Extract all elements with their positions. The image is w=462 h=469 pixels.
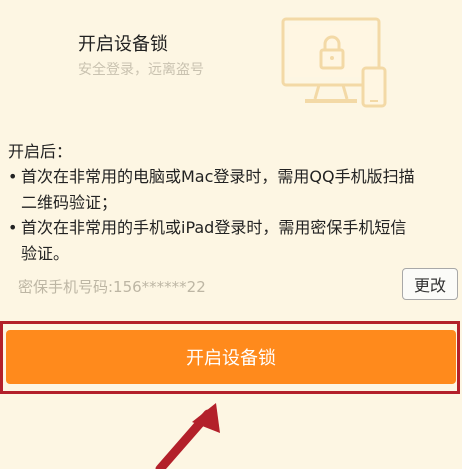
page-subtitle: 安全登录，远离盗号 [78,62,204,78]
computer-lock-icon [281,17,387,108]
bullet-line: 首次在非常用的电脑或Mac登录时，需用QQ手机版扫描 [21,167,415,186]
bullet-line: 首次在非常用的手机或iPad登录时，需用密保手机短信 [21,218,407,237]
after-enable-label: 开启后： [8,142,73,161]
info-bullet-1: • 首次在非常用的电脑或Mac登录时，需用QQ手机版扫描 二维码验证； [8,164,458,216]
bullet-dot: • [8,167,18,186]
bullet-line: 验证。 [21,244,70,263]
bullet-line: 二维码验证； [21,193,118,212]
bullet-dot: • [8,218,18,237]
annotation-arrow-icon [155,403,220,469]
change-phone-button[interactable]: 更改 [402,268,458,300]
info-bullet-2: • 首次在非常用的手机或iPad登录时，需用密保手机短信 验证。 [8,215,458,267]
enable-device-lock-button[interactable]: 开启设备锁 [6,330,456,384]
page-title: 开启设备锁 [78,34,168,55]
phone-icon [361,66,387,108]
security-phone-number: 密保手机号码:156******22 [18,278,206,296]
